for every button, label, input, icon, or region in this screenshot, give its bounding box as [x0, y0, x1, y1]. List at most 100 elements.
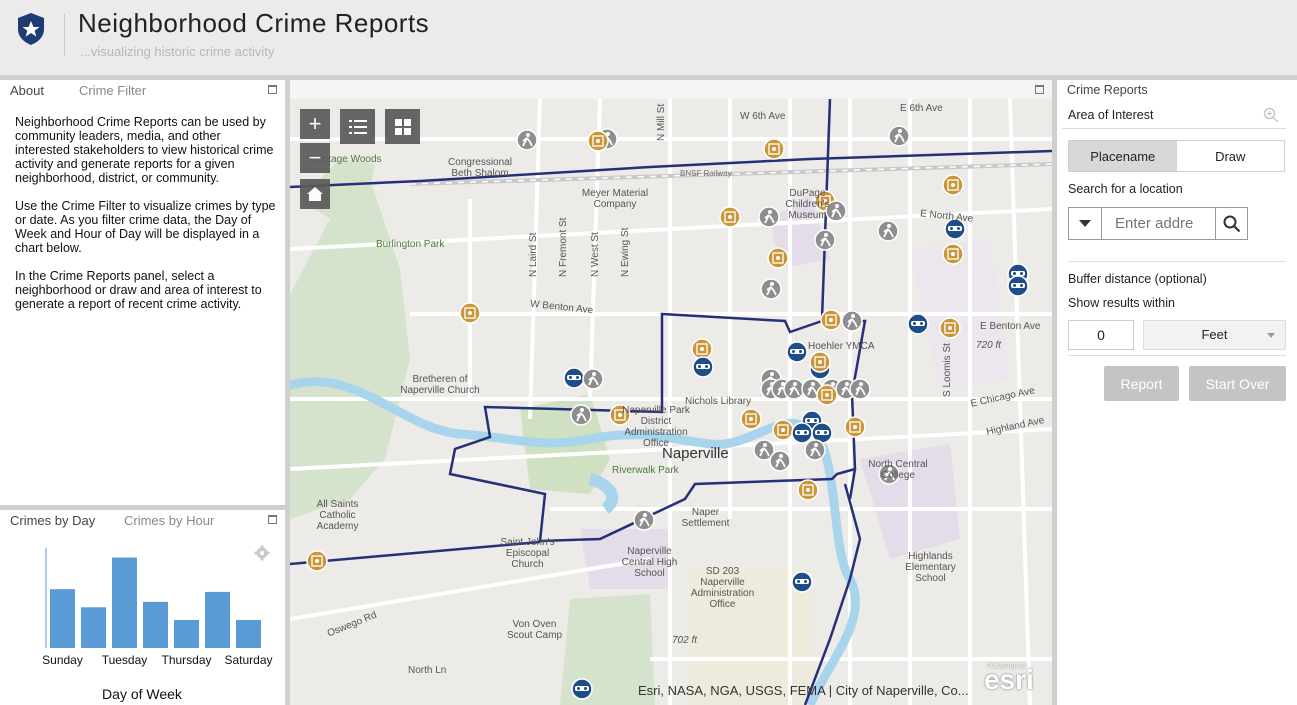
chart-bar[interactable] [205, 591, 230, 648]
police-badge-icon [18, 13, 44, 45]
divider [1062, 128, 1286, 129]
unit-select[interactable]: Feet [1143, 320, 1286, 350]
map-label-nwest: N West St [590, 232, 601, 277]
chart-bar[interactable] [81, 607, 106, 648]
theft-crime-icon[interactable] [763, 138, 785, 160]
theft-crime-icon[interactable] [691, 338, 713, 360]
map-top-bar [290, 80, 1052, 99]
theft-crime-icon[interactable] [719, 206, 741, 228]
chart-tick-label: Saturday [224, 653, 272, 667]
map-label-northln: North Ln [408, 665, 447, 676]
zoom-to-icon[interactable] [1263, 107, 1279, 123]
divider [1068, 355, 1286, 356]
theft-crime-icon[interactable] [816, 384, 838, 406]
search-label: Search for a location [1068, 182, 1183, 196]
map-label-highlands: Highlands Elementary School [905, 551, 956, 584]
assault-crime-icon[interactable] [760, 278, 782, 300]
theft-crime-icon[interactable] [809, 351, 831, 373]
assault-crime-icon[interactable] [849, 378, 871, 400]
gear-icon[interactable] [254, 545, 270, 561]
assault-crime-icon[interactable] [582, 368, 604, 390]
layer-list-button[interactable] [340, 109, 375, 144]
divider [1068, 261, 1286, 262]
esri-logo[interactable]: esri [984, 664, 1034, 696]
theft-crime-icon[interactable] [306, 550, 328, 572]
theft-crime-icon[interactable] [767, 247, 789, 269]
search-source-dropdown[interactable] [1069, 208, 1102, 239]
map-label-ebenton: E Benton Ave [980, 321, 1041, 332]
mode-toggle: Placename Draw [1068, 140, 1285, 172]
chart-bar[interactable] [50, 589, 75, 648]
search-button[interactable] [1215, 208, 1248, 239]
maximize-icon[interactable] [268, 85, 277, 94]
tab-about[interactable]: About [10, 83, 44, 98]
map-label-elev702: 702 ft [672, 635, 698, 646]
burglar-crime-icon[interactable] [571, 678, 593, 700]
theft-crime-icon[interactable] [797, 479, 819, 501]
map-label-ncc: North Central College [868, 459, 928, 481]
placename-toggle[interactable]: Placename [1069, 141, 1177, 171]
zoom-in-button[interactable]: + [300, 109, 330, 139]
burglar-crime-icon[interactable] [786, 341, 808, 363]
start-over-button[interactable]: Start Over [1189, 366, 1286, 401]
burglar-crime-icon[interactable] [907, 313, 929, 335]
tab-crime-filter[interactable]: Crime Filter [79, 83, 146, 98]
chart-tick-label: Thursday [161, 653, 211, 667]
theft-crime-icon[interactable] [772, 419, 794, 441]
assault-crime-icon[interactable] [888, 125, 910, 147]
burglar-crime-icon[interactable] [791, 422, 813, 444]
chart-bar[interactable] [174, 619, 199, 648]
burglar-crime-icon[interactable] [1007, 275, 1029, 297]
map-label-meyer: Meyer Material Company [581, 188, 649, 210]
chart-bar[interactable] [112, 557, 137, 648]
draw-toggle[interactable]: Draw [1177, 141, 1285, 171]
maximize-icon[interactable] [1035, 85, 1044, 94]
assault-crime-icon[interactable] [633, 509, 655, 531]
map-label-nfremont: N Fremont St [558, 217, 569, 277]
report-button[interactable]: Report [1104, 366, 1179, 401]
search-icon [1223, 215, 1241, 232]
map-label-e6th: E 6th Ave [900, 103, 943, 114]
theft-crime-icon[interactable] [820, 309, 842, 331]
assault-crime-icon[interactable] [516, 129, 538, 151]
theft-crime-icon[interactable] [459, 302, 481, 324]
assault-crime-icon[interactable] [841, 310, 863, 332]
assault-crime-icon[interactable] [758, 206, 780, 228]
theft-crime-icon[interactable] [939, 317, 961, 339]
theft-crime-icon[interactable] [942, 243, 964, 265]
search-input[interactable] [1103, 208, 1215, 239]
assault-crime-icon[interactable] [814, 229, 836, 251]
chart-bar[interactable] [236, 619, 261, 648]
theft-crime-icon[interactable] [740, 408, 762, 430]
chart-panel: Crimes by Day Crimes by Hour Sunday Tuesd… [0, 510, 285, 705]
burglar-crime-icon[interactable] [692, 356, 714, 378]
location-search [1068, 207, 1248, 240]
show-results-label: Show results within [1068, 296, 1175, 310]
assault-crime-icon[interactable] [804, 439, 826, 461]
burglar-crime-icon[interactable] [791, 571, 813, 593]
theft-crime-icon[interactable] [942, 174, 964, 196]
map-view[interactable]: Heritage Woods Congressional Beth Shalom… [290, 99, 1052, 705]
buffer-distance-input[interactable]: 0 [1068, 320, 1134, 350]
burglar-crime-icon[interactable] [563, 367, 585, 389]
map-label-napervilleparkdist: Naperville Park District Administration … [622, 405, 690, 449]
chart-bar[interactable] [143, 601, 168, 648]
map-label-congregational: Congressional Beth Shalom [448, 157, 512, 179]
theft-crime-icon[interactable] [844, 416, 866, 438]
basemap[interactable] [290, 99, 1052, 705]
theft-crime-icon[interactable] [587, 130, 609, 152]
grid-icon [394, 118, 411, 135]
map-label-sd203: SD 203 Naperville Administration Office [690, 566, 755, 610]
assault-crime-icon[interactable] [877, 220, 899, 242]
home-button[interactable] [300, 179, 330, 209]
about-paragraph: Neighborhood Crime Reports can be used b… [15, 115, 274, 185]
zoom-out-icon: − [308, 145, 322, 170]
assault-crime-icon[interactable] [783, 378, 805, 400]
map-label-sloomis: S Loomis St [942, 343, 953, 397]
zoom-out-button[interactable]: − [300, 143, 330, 173]
assault-crime-icon[interactable] [570, 404, 592, 426]
basemap-gallery-button[interactable] [385, 109, 420, 144]
map-label-newing: N Ewing St [620, 227, 631, 277]
assault-crime-icon[interactable] [769, 450, 791, 472]
map-label-allsaints: All Saints Catholic Academy [316, 499, 359, 532]
